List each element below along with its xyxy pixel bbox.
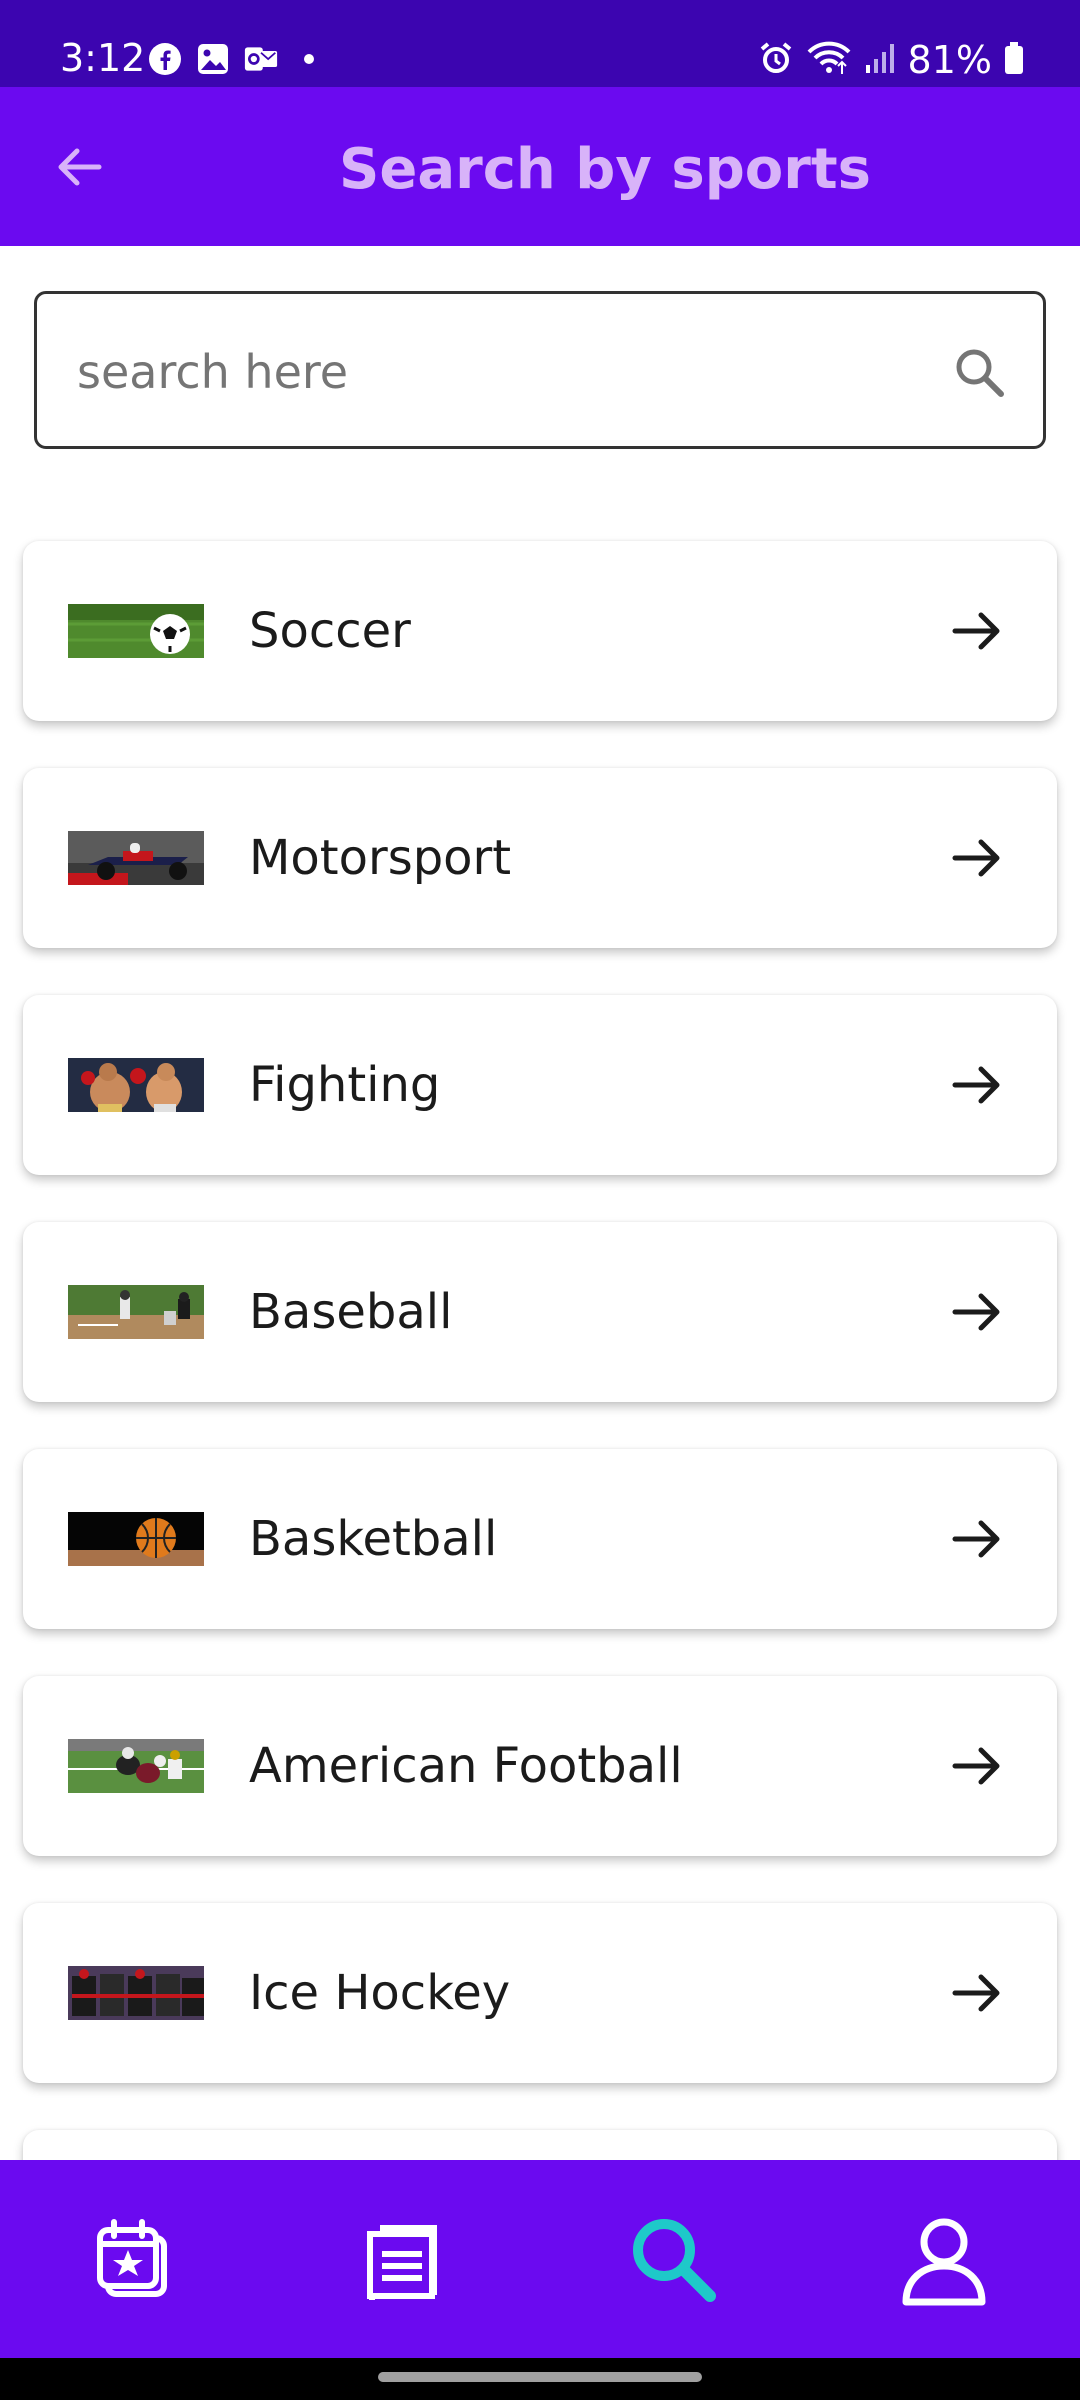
sport-card-american-football[interactable]: American Football: [23, 1676, 1057, 1856]
nav-profile[interactable]: [894, 2210, 994, 2310]
nav-news[interactable]: [352, 2210, 452, 2310]
status-time: 3:12: [60, 36, 146, 80]
sport-card-baseball[interactable]: Baseball: [23, 1222, 1057, 1402]
profile-icon: [902, 2218, 986, 2306]
baseball-thumbnail: [68, 1285, 204, 1339]
arrow-right-icon: [952, 1747, 1000, 1785]
outlook-icon: [244, 42, 278, 76]
basketball-thumbnail: [68, 1512, 204, 1566]
system-icons: 81%: [758, 38, 1024, 82]
arrow-right-icon: [952, 839, 1000, 877]
wifi-icon: [806, 40, 852, 80]
search-icon: [633, 2219, 716, 2302]
battery-icon: [1004, 41, 1024, 79]
sport-label: Fighting: [249, 1057, 441, 1113]
arrow-right-icon: [952, 612, 1000, 650]
motorsport-thumbnail: [68, 831, 204, 885]
sport-label: Ice Hockey: [249, 1965, 511, 2021]
nav-search[interactable]: [624, 2210, 724, 2310]
sport-label: Soccer: [249, 603, 411, 659]
home-indicator[interactable]: [378, 2372, 702, 2382]
alarm-icon: [758, 40, 794, 80]
fighting-thumbnail: [68, 1058, 204, 1112]
battery-percent: 81%: [907, 38, 992, 82]
notification-icons: [148, 42, 314, 76]
status-bar: 3:12 81%: [0, 0, 1080, 87]
sport-card-fighting[interactable]: Fighting: [23, 995, 1057, 1175]
sport-card-motorsport[interactable]: Motorsport: [23, 768, 1057, 948]
sport-label: Basketball: [249, 1511, 498, 1567]
bottom-navigation: [0, 2160, 1080, 2358]
facebook-icon: [148, 42, 182, 76]
arrow-right-icon: [952, 1520, 1000, 1558]
more-notifications-dot: [304, 54, 314, 64]
page-title: Search by sports: [339, 137, 871, 202]
search-box[interactable]: [34, 291, 1046, 449]
search-input[interactable]: [77, 334, 937, 410]
signal-icon: [864, 41, 896, 79]
sport-card-ice-hockey[interactable]: Ice Hockey: [23, 1903, 1057, 2083]
search-icon[interactable]: [951, 344, 1007, 400]
sport-card-basketball[interactable]: Basketball: [23, 1449, 1057, 1629]
sport-label: American Football: [249, 1738, 683, 1794]
sport-card-soccer[interactable]: Soccer: [23, 541, 1057, 721]
arrow-right-icon: [952, 1066, 1000, 1104]
american-football-thumbnail: [68, 1739, 204, 1793]
sport-label: Motorsport: [249, 830, 512, 886]
arrow-right-icon: [952, 1293, 1000, 1331]
news-list-icon: [367, 2225, 437, 2300]
gallery-icon: [196, 42, 230, 76]
arrow-right-icon: [952, 1974, 1000, 2012]
calendar-star-icon: [97, 2219, 167, 2297]
ice-hockey-thumbnail: [68, 1966, 204, 2020]
gesture-bar: [0, 2358, 1080, 2400]
app-bar: Search by sports: [0, 87, 1080, 246]
sport-label: Baseball: [249, 1284, 453, 1340]
nav-events[interactable]: [84, 2210, 184, 2310]
soccer-thumbnail: [68, 604, 204, 658]
